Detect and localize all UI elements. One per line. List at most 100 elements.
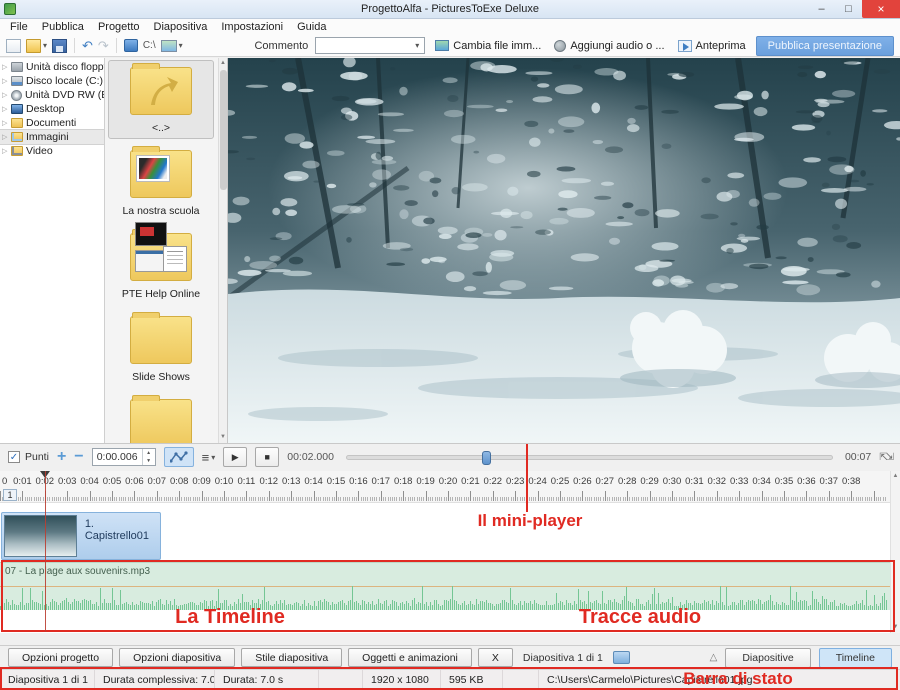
play-button[interactable]: ▶ [223, 447, 248, 467]
ruler-label: 0:06 [125, 476, 144, 487]
scrollbar-thumb[interactable] [220, 70, 227, 190]
tree-item-documenti[interactable]: ▷ Documenti [0, 116, 104, 130]
menu-guida[interactable]: Guida [290, 21, 333, 33]
seek-slider-thumb[interactable] [481, 450, 491, 465]
ruler-label: 0:11 [237, 476, 256, 487]
folder-card[interactable]: Slide Shows [108, 309, 214, 388]
ruler-label: 0:38 [841, 476, 861, 487]
ruler-label: 0:10 [214, 476, 234, 487]
folder-card[interactable]: La nostra scuola [108, 143, 214, 222]
folder-label: <..> [151, 122, 171, 134]
toolbar-separator [74, 38, 76, 53]
ruler-label: 0:13 [281, 476, 301, 487]
scroll-up-icon[interactable]: ▲ [219, 58, 227, 69]
oggetti-e-animazioni-button[interactable]: Oggetti e animazioni [348, 648, 472, 667]
view-tab-timeline[interactable]: Timeline [818, 647, 892, 668]
open-dropdown-icon[interactable]: ▾ [43, 41, 47, 50]
expander-icon[interactable]: ▷ [2, 77, 11, 85]
tree-item-unit-dvd-rw-e[interactable]: ▷ Unità DVD RW (E:) [0, 88, 104, 102]
expander-icon[interactable]: ▷ [2, 133, 11, 141]
view-tab-diapositive[interactable]: Diapositive [725, 647, 811, 668]
fullscreen-icon[interactable]: ⇱⇲ [879, 452, 894, 463]
redo-icon: ↷ [97, 37, 109, 53]
menu-progetto[interactable]: Progetto [91, 21, 147, 33]
folder-card[interactable] [108, 392, 214, 443]
scroll-down-icon[interactable]: ▼ [219, 432, 227, 443]
tree-item-desktop[interactable]: ▷ Desktop [0, 102, 104, 116]
spinner-arrows[interactable]: ▲ ▼ [141, 449, 155, 465]
opzioni-progetto-button[interactable]: Opzioni progetto [8, 648, 114, 667]
ruler-label: 0:37 [819, 476, 839, 487]
spinner-down-icon[interactable]: ▼ [143, 457, 155, 465]
expander-icon[interactable]: ▷ [2, 147, 11, 155]
folder-icon [130, 312, 192, 364]
ruler-label: 0:05 [102, 476, 122, 487]
slide-thumbnail [4, 515, 77, 557]
duration-spinner[interactable]: 0:00.006 ▲ ▼ [91, 448, 156, 466]
view-dropdown-icon[interactable]: ▾ [179, 41, 183, 50]
desktop-icon [11, 104, 23, 114]
menu-impostazioni[interactable]: Impostazioni [214, 21, 290, 33]
timeline-menu-button[interactable]: ≡ ▾ [202, 450, 216, 465]
tree-item-label: Unità disco floppy (A [26, 61, 104, 73]
publish-button[interactable]: Pubblica presentazione [755, 35, 894, 56]
combo-dropdown-icon[interactable]: ▾ [410, 41, 424, 50]
points-checkbox[interactable]: ✓ [8, 451, 20, 463]
waveform-toggle-button[interactable] [163, 447, 194, 467]
track-number-badge: 1 [3, 489, 17, 501]
menu-pubblica[interactable]: Pubblica [35, 21, 91, 33]
folder-panel-scrollbar[interactable]: ▲ ▼ [218, 58, 227, 443]
seek-slider[interactable] [345, 450, 833, 465]
change-file-icon [435, 40, 450, 51]
close-options-button[interactable]: X [477, 648, 513, 667]
remove-point-button[interactable]: − [74, 449, 83, 465]
customize-icon[interactable] [123, 39, 138, 52]
expander-icon[interactable]: ▷ [2, 105, 11, 113]
slide-item[interactable]: 1. Capistrello01 [1, 512, 161, 560]
menu-diapositiva[interactable]: Diapositiva [147, 21, 215, 33]
scroll-up-icon[interactable]: ▲ [891, 471, 900, 482]
spinner-up-icon[interactable]: ▲ [143, 449, 155, 457]
scroll-down-icon[interactable]: ▼ [891, 622, 900, 633]
folder-thumbnails-panel: <..> La nostra scuola PTE Help Online Slide… [105, 58, 228, 443]
stile-diapositiva-button[interactable]: Stile diapositiva [241, 648, 343, 667]
timeline-scrollbar[interactable]: ▲ ▼ [890, 471, 900, 633]
playhead-marker[interactable] [39, 471, 50, 478]
ruler-label: 0:12 [259, 476, 279, 487]
expander-icon[interactable]: ▷ [2, 91, 11, 99]
expander-icon[interactable]: ▷ [2, 119, 11, 127]
comment-combobox[interactable]: ▾ [315, 37, 426, 54]
view-mode-icon[interactable] [160, 39, 177, 52]
status-cell: Durata complessiva: 7.0 s [95, 670, 215, 690]
tree-item-immagini[interactable]: ▷ Immagini [0, 129, 104, 145]
open-project-icon[interactable] [26, 38, 41, 53]
slide-options-icon[interactable] [612, 651, 630, 664]
timeline-ruler[interactable]: 0 0:01 0:02 0:03 0:04 0:05 0:06 0:07 0:08 0:09 0:1… [0, 471, 890, 503]
change-file-button[interactable]: Cambia file imm... [432, 39, 544, 53]
ruler-label: 0:25 [550, 476, 570, 487]
stop-button[interactable]: ■ [255, 447, 280, 467]
undo-icon[interactable]: ↶ [82, 38, 93, 53]
tree-item-disco-locale-c[interactable]: ▷ Disco locale (C:) [0, 74, 104, 88]
audio-track[interactable]: 07 - La plage aux souvenirs.mp3 [0, 562, 890, 610]
folder-card[interactable]: <..> [108, 60, 214, 139]
drive-text: C:\ [142, 40, 156, 51]
add-audio-button[interactable]: Aggiungi audio o ... [551, 39, 667, 53]
ruler-label: 0:08 [169, 476, 189, 487]
ruler-label: 0:21 [461, 476, 480, 487]
ruler-label: 0:07 [147, 476, 167, 487]
new-project-icon[interactable] [6, 38, 21, 53]
folder-card[interactable]: PTE Help Online [108, 222, 214, 305]
opzioni-diapositiva-button[interactable]: Opzioni diapositiva [119, 648, 236, 667]
expander-icon[interactable]: ▷ [2, 63, 11, 71]
save-icon[interactable] [52, 38, 68, 53]
status-bar: Diapositiva 1 di 1 Durata complessiva: 7.… [0, 669, 900, 690]
status-cell: 595 KB [441, 670, 503, 690]
menu-file[interactable]: File [3, 21, 35, 33]
floppy-drive-icon [11, 62, 23, 72]
add-point-button[interactable]: + [57, 449, 66, 465]
tree-item-video[interactable]: ▷ Video [0, 144, 104, 158]
preview-button[interactable]: Anteprima [675, 39, 749, 53]
collapse-panel-icon[interactable]: △ [710, 652, 718, 663]
tree-item-unit-disco-floppy-a[interactable]: ▷ Unità disco floppy (A [0, 60, 104, 74]
